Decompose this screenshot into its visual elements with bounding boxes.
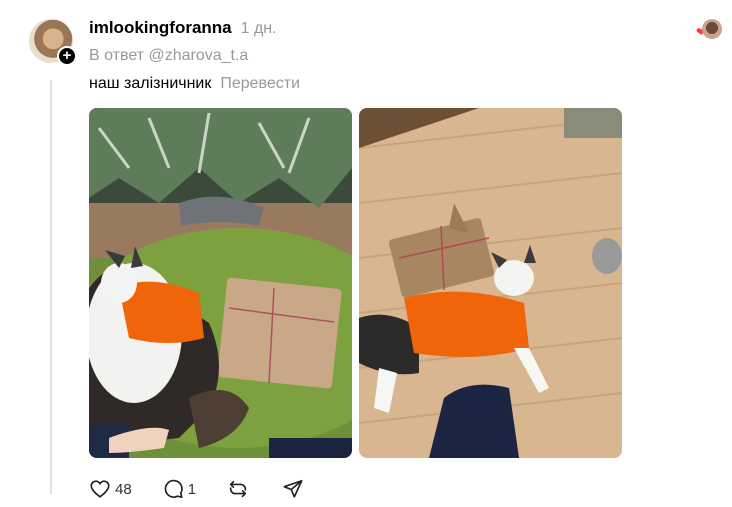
- follow-plus-icon[interactable]: +: [57, 46, 77, 66]
- reply-mention-link[interactable]: @zharova_t.a: [148, 47, 248, 64]
- send-icon: [283, 479, 303, 498]
- author-username[interactable]: imlookingforanna: [89, 18, 232, 38]
- post-photo-1[interactable]: [89, 108, 352, 458]
- reply-count: 1: [187, 480, 197, 498]
- like-button[interactable]: 48: [89, 478, 132, 500]
- post-time[interactable]: 1 дн.: [241, 20, 277, 38]
- repost-button[interactable]: [227, 478, 249, 500]
- post-actions: 48 1: [89, 478, 304, 500]
- heart-icon: [90, 480, 110, 498]
- comment-icon: [164, 479, 183, 499]
- thread-line: [50, 80, 52, 494]
- liked-by-indicator[interactable]: ❤: [696, 19, 724, 39]
- author-avatar-container[interactable]: +: [29, 19, 77, 66]
- share-button[interactable]: [282, 478, 304, 500]
- like-count: 48: [115, 480, 132, 498]
- photo-cat-under-tree: [89, 108, 352, 458]
- photo-cat-on-floor: [359, 108, 622, 458]
- repost-icon: [229, 480, 247, 498]
- post-text: наш залізничник: [89, 75, 212, 92]
- reply-to-line: В ответ @zharova_t.a: [89, 47, 248, 65]
- post-header: imlookingforanna 1 дн.: [89, 18, 277, 38]
- translate-link[interactable]: Перевести: [220, 75, 300, 93]
- post-body: наш залізничник Перевести: [89, 75, 300, 93]
- post-photo-2[interactable]: [359, 108, 622, 458]
- reply-button[interactable]: 1: [162, 478, 196, 500]
- liked-by-avatar: [702, 19, 722, 39]
- reply-prefix: В ответ: [89, 47, 145, 64]
